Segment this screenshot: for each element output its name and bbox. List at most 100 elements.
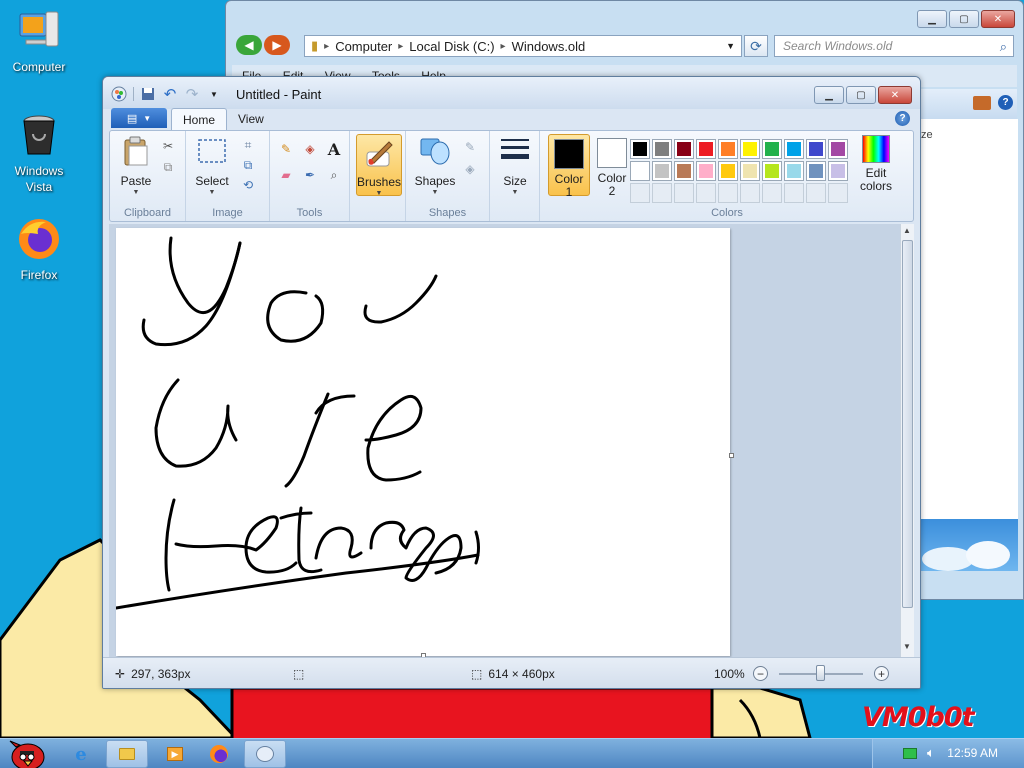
taskbar-paint[interactable] [244,740,286,768]
palette-custom-slot[interactable] [674,183,694,203]
scroll-down-icon[interactable]: ▼ [903,642,911,651]
palette-custom-slot[interactable] [828,183,848,203]
palette-color-swatch[interactable] [740,161,760,181]
drawing-canvas[interactable] [114,228,734,657]
palette-custom-slot[interactable] [762,183,782,203]
palette-color-swatch[interactable] [696,139,716,159]
palette-custom-slot[interactable] [718,183,738,203]
shapes-button[interactable]: Shapes ▼ [412,135,458,196]
paint-titlebar[interactable]: ↶ ↷ ▼ Untitled - Paint ▁ ▢ ✕ [103,77,920,109]
paste-button[interactable]: Paste ▼ [116,135,156,196]
taskbar-firefox[interactable] [202,740,236,768]
minimize-button[interactable]: ▁ [814,86,844,104]
paint-app-icon[interactable] [111,86,127,102]
crop-icon[interactable]: ⌗ [238,135,258,155]
palette-color-swatch[interactable] [762,139,782,159]
clock[interactable]: 12:59 AM [947,746,998,760]
refresh-button[interactable]: ⟳ [744,35,768,57]
color1-button[interactable]: Color 1 [548,134,590,199]
forward-button[interactable]: ▶ [264,35,290,55]
size-button[interactable]: Size ▼ [496,135,534,196]
palette-color-swatch[interactable] [784,161,804,181]
zoom-slider-thumb[interactable] [816,665,825,681]
palette-color-swatch[interactable] [630,161,650,181]
palette-color-swatch[interactable] [828,139,848,159]
breadcrumb-item[interactable]: Computer [335,39,392,54]
eraser-icon[interactable]: ▰ [276,165,296,185]
layout-icon[interactable] [973,96,991,110]
maximize-button[interactable]: ▢ [949,10,979,28]
fill-icon[interactable]: ◈ [300,139,320,159]
rotate-icon[interactable]: ⟲ [238,175,258,195]
desktop-icon-firefox[interactable]: Firefox [1,216,77,283]
color-picker-icon[interactable]: ✒ [300,165,320,185]
outline-icon[interactable]: ✎ [460,137,480,157]
text-icon[interactable]: A [324,139,344,159]
scroll-up-icon[interactable]: ▲ [903,226,911,235]
desktop-icon-recycle-bin[interactable]: Windows Vista [1,112,77,195]
select-button[interactable]: Select ▼ [192,135,232,196]
cut-icon[interactable]: ✂ [158,136,178,156]
redo-icon[interactable]: ↷ [184,86,200,103]
address-bar[interactable]: ▮ ▸ Computer ▸ Local Disk (C:) ▸ Windows… [304,35,742,57]
brushes-button[interactable]: Brushes ▼ [356,134,402,197]
tab-view[interactable]: View [227,108,275,131]
palette-color-swatch[interactable] [652,139,672,159]
breadcrumb-item[interactable]: Local Disk (C:) [409,39,494,54]
palette-color-swatch[interactable] [696,161,716,181]
help-icon[interactable]: ? [895,111,910,126]
palette-color-swatch[interactable] [718,161,738,181]
minimize-button[interactable]: ▁ [917,10,947,28]
palette-color-swatch[interactable] [806,161,826,181]
palette-custom-slot[interactable] [806,183,826,203]
search-input[interactable]: Search Windows.old ⌕ [774,35,1014,57]
customize-qat-icon[interactable]: ▼ [206,86,222,102]
shape-fill-icon[interactable]: ◈ [460,159,480,179]
back-button[interactable]: ◀ [236,35,262,55]
edit-colors-button[interactable]: Edit colors [856,135,896,193]
volume-icon[interactable]: 🔈︎ [927,745,935,761]
file-list-pane[interactable]: ze [918,119,1018,519]
breadcrumb-item[interactable]: Windows.old [512,39,586,54]
network-icon[interactable] [903,748,917,759]
palette-color-swatch[interactable] [674,161,694,181]
palette-custom-slot[interactable] [652,183,672,203]
copy-icon[interactable]: ⧉ [158,157,178,177]
palette-color-swatch[interactable] [674,139,694,159]
palette-color-swatch[interactable] [652,161,672,181]
zoom-in-button[interactable]: + [874,666,889,681]
start-button[interactable] [4,740,48,768]
palette-custom-slot[interactable] [630,183,650,203]
canvas-workspace[interactable] [109,224,901,657]
taskbar-explorer[interactable] [106,740,148,768]
color2-button[interactable]: Color 2 [592,134,632,198]
resize-icon[interactable]: ⧉ [238,155,258,175]
palette-color-swatch[interactable] [828,161,848,181]
palette-custom-slot[interactable] [696,183,716,203]
help-icon[interactable]: ? [998,95,1013,110]
palette-color-swatch[interactable] [762,161,782,181]
close-button[interactable]: ✕ [981,10,1015,28]
close-button[interactable]: ✕ [878,86,912,104]
undo-icon[interactable]: ↶ [162,86,178,103]
desktop-icon-computer[interactable]: Computer [1,8,77,75]
palette-color-swatch[interactable] [784,139,804,159]
palette-color-swatch[interactable] [630,139,650,159]
chevron-down-icon[interactable]: ▼ [726,41,735,51]
paint-window[interactable]: ↶ ↷ ▼ Untitled - Paint ▁ ▢ ✕ ▤ ▼ Home Vi… [102,76,921,689]
resize-handle-right[interactable] [729,453,734,458]
scroll-thumb[interactable] [902,240,913,608]
column-header-size[interactable]: ze [921,129,933,141]
palette-color-swatch[interactable] [740,139,760,159]
palette-custom-slot[interactable] [784,183,804,203]
paint-menu-button[interactable]: ▤ ▼ [111,108,167,128]
search-icon[interactable]: ⌕ [1000,39,1007,55]
taskbar-media-player[interactable]: ▶ [160,740,190,768]
palette-color-swatch[interactable] [806,139,826,159]
vertical-scrollbar[interactable]: ▲ ▼ [900,224,914,657]
palette-custom-slot[interactable] [740,183,760,203]
zoom-out-button[interactable]: − [753,666,768,681]
taskbar-ie[interactable]: e [66,740,96,768]
palette-color-swatch[interactable] [718,139,738,159]
pencil-icon[interactable]: ✎ [276,139,296,159]
